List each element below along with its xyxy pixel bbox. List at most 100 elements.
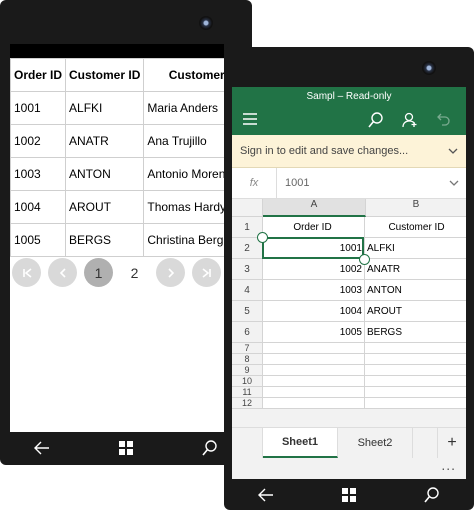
back-arrow-icon[interactable] xyxy=(27,436,57,460)
camera-icon xyxy=(422,61,436,75)
cell[interactable] xyxy=(263,343,365,354)
cell[interactable]: 1002 xyxy=(263,259,365,280)
search-icon[interactable] xyxy=(417,483,447,507)
back-arrow-icon[interactable] xyxy=(251,483,281,507)
hamburger-menu-icon[interactable] xyxy=(242,112,258,131)
cell[interactable]: 1004 xyxy=(263,301,365,322)
nav-bar xyxy=(0,432,252,464)
grid-cell[interactable]: 1005 xyxy=(10,223,67,257)
selection-handle-end[interactable] xyxy=(359,254,370,265)
row-header[interactable]: 6 xyxy=(232,322,263,343)
row-header[interactable]: 7 xyxy=(232,343,263,354)
cell[interactable]: Order ID xyxy=(263,217,365,238)
more-options-icon[interactable]: ... xyxy=(441,457,456,473)
search-icon[interactable] xyxy=(368,112,384,133)
sheet-row: 10 xyxy=(232,376,466,387)
grid-cell[interactable]: 1002 xyxy=(10,124,67,158)
grid-cell[interactable]: 1004 xyxy=(10,190,67,224)
table-row[interactable]: 1003 ANTON Antonio Moreno xyxy=(10,157,224,191)
windows-icon[interactable] xyxy=(334,483,364,507)
sheet-row: 9 xyxy=(232,365,466,376)
cell[interactable] xyxy=(365,343,466,354)
grid-cell[interactable]: Christina Berglund xyxy=(143,223,224,257)
add-sheet-button[interactable]: + xyxy=(438,428,466,458)
formula-input[interactable]: 1001 xyxy=(277,177,442,189)
cell[interactable]: ALFKI xyxy=(365,238,466,259)
first-page-icon[interactable] xyxy=(12,258,41,287)
row-header[interactable]: 4 xyxy=(232,280,263,301)
grid-cell[interactable]: Antonio Moreno xyxy=(143,157,224,191)
cell[interactable] xyxy=(263,398,365,409)
column-header-b[interactable]: B xyxy=(366,199,466,217)
prev-page-icon[interactable] xyxy=(48,258,77,287)
table-row[interactable]: 1001 ALFKI Maria Anders xyxy=(10,91,224,125)
table-row[interactable]: 1004 AROUT Thomas Hardy xyxy=(10,190,224,224)
add-person-icon[interactable] xyxy=(402,112,418,133)
cell[interactable]: BERGS xyxy=(365,322,466,343)
grid-header-bar xyxy=(10,44,224,58)
grid-cell[interactable]: Ana Trujillo xyxy=(143,124,224,158)
row-header[interactable]: 5 xyxy=(232,301,263,322)
grid-cell[interactable]: Thomas Hardy xyxy=(143,190,224,224)
cell[interactable] xyxy=(365,398,466,409)
select-all-corner[interactable] xyxy=(232,199,263,217)
last-page-icon[interactable] xyxy=(192,258,221,287)
table-row[interactable]: 1005 BERGS Christina Berglund xyxy=(10,223,224,257)
cell[interactable]: AROUT xyxy=(365,301,466,322)
signin-text[interactable]: Sign in to edit and save changes... xyxy=(240,145,408,157)
cell[interactable]: Customer ID xyxy=(365,217,466,238)
cell[interactable] xyxy=(263,354,365,365)
cell[interactable] xyxy=(263,376,365,387)
cell[interactable] xyxy=(263,365,365,376)
row-header[interactable]: 9 xyxy=(232,365,263,376)
row-header[interactable]: 3 xyxy=(232,259,263,280)
row-header[interactable]: 10 xyxy=(232,376,263,387)
cell[interactable] xyxy=(263,387,365,398)
column-header-customer-id[interactable]: Customer ID xyxy=(65,58,145,92)
phone-right: Sampl – Read-only Sign in to edit and sa… xyxy=(224,47,474,510)
signin-banner[interactable]: Sign in to edit and save changes... xyxy=(232,135,466,168)
page-2-button[interactable]: 2 xyxy=(120,258,149,287)
cell[interactable] xyxy=(365,387,466,398)
column-header-a[interactable]: A xyxy=(263,199,366,217)
grid-header-row: Order ID Customer ID Customer xyxy=(10,58,224,92)
table-row[interactable]: 1002 ANATR Ana Trujillo xyxy=(10,124,224,158)
tab-sheet2[interactable]: Sheet2 xyxy=(338,428,413,458)
grid-cell[interactable]: 1003 xyxy=(10,157,67,191)
window-title: Sampl – Read-only xyxy=(232,87,466,107)
cell[interactable]: 1005 xyxy=(263,322,365,343)
sheet-row: 12 xyxy=(232,398,466,409)
cell[interactable]: ANTON xyxy=(365,280,466,301)
chevron-down-icon[interactable] xyxy=(448,145,458,157)
column-header-customer[interactable]: Customer xyxy=(143,58,224,92)
grid-cell[interactable]: Maria Anders xyxy=(143,91,224,125)
grid-cell[interactable]: ANTON xyxy=(65,157,145,191)
grid-cell[interactable]: ALFKI xyxy=(65,91,145,125)
cell-selected[interactable]: 1001 xyxy=(263,238,365,259)
search-icon[interactable] xyxy=(195,436,225,460)
tab-sheet1[interactable]: Sheet1 xyxy=(263,428,338,458)
cell[interactable]: 1003 xyxy=(263,280,365,301)
cell[interactable] xyxy=(365,365,466,376)
cell[interactable] xyxy=(365,376,466,387)
cell[interactable] xyxy=(365,354,466,365)
page-1-button[interactable]: 1 xyxy=(84,258,113,287)
grid-cell[interactable]: 1001 xyxy=(10,91,67,125)
next-page-icon[interactable] xyxy=(156,258,185,287)
spreadsheet: A B 1 Order ID Customer ID 2 1001 ALFKI … xyxy=(232,199,466,409)
row-header[interactable]: 12 xyxy=(232,398,263,409)
undo-icon xyxy=(436,112,450,131)
selection-handle-start[interactable] xyxy=(257,232,268,243)
grid-cell[interactable]: ANATR xyxy=(65,124,145,158)
row-header[interactable]: 11 xyxy=(232,387,263,398)
column-header-order-id[interactable]: Order ID xyxy=(10,58,67,92)
grid-cell[interactable]: AROUT xyxy=(65,190,145,224)
row-header[interactable]: 8 xyxy=(232,354,263,365)
cell[interactable]: ANATR xyxy=(365,259,466,280)
sheet-row: 11 xyxy=(232,387,466,398)
chevron-down-icon[interactable] xyxy=(442,177,466,189)
windows-icon[interactable] xyxy=(111,436,141,460)
camera-icon xyxy=(199,16,213,30)
fx-icon[interactable]: fx xyxy=(232,168,277,198)
grid-cell[interactable]: BERGS xyxy=(65,223,145,257)
